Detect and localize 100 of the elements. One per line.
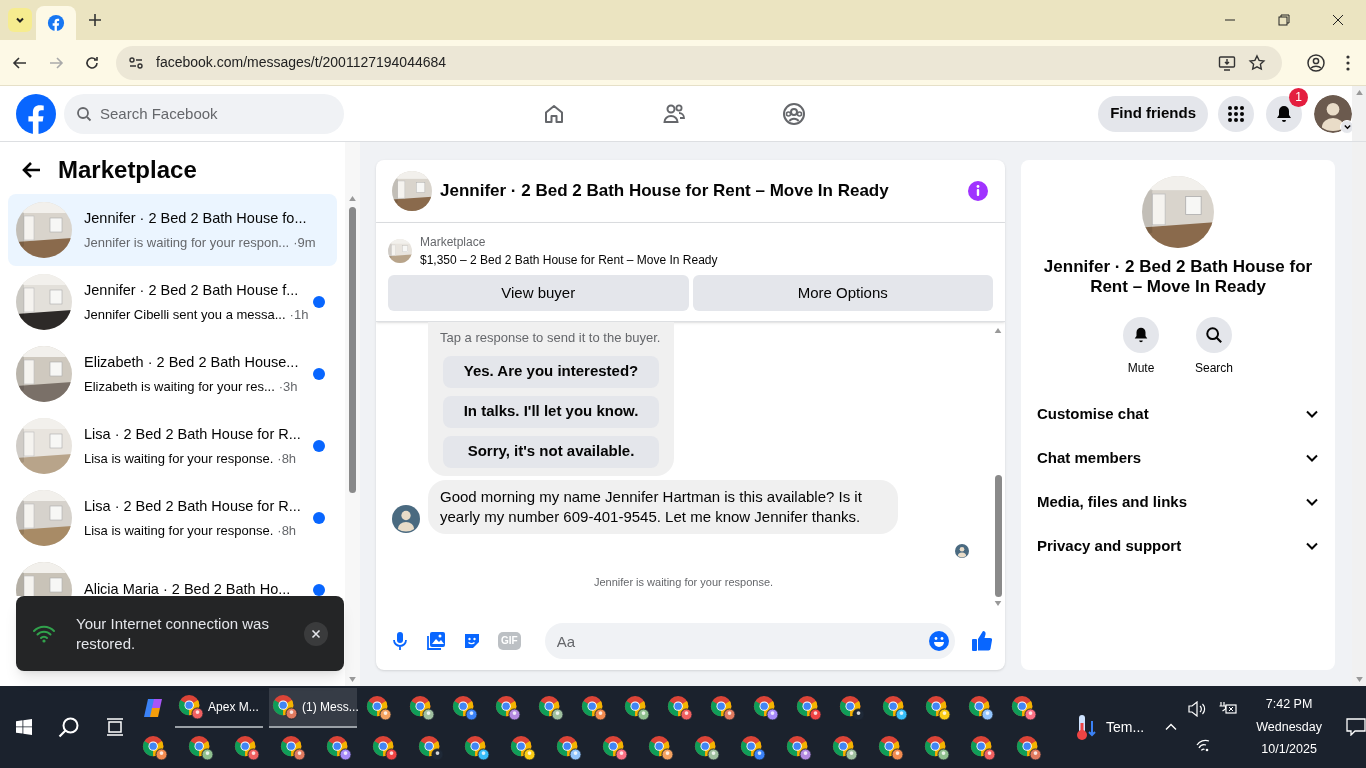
find-friends-button[interactable]: Find friends [1098,95,1208,132]
scrollbar-thumb[interactable] [994,475,1002,597]
browser-icon[interactable] [624,695,651,721]
browser-icon[interactable] [188,735,215,761]
profile-icon[interactable] [1306,52,1326,73]
install-icon[interactable] [1218,53,1236,72]
quick-reply-button[interactable]: In talks. I'll let you know. [443,395,659,428]
browser-icon[interactable] [878,735,905,761]
back-arrow-icon[interactable] [22,160,42,180]
action-button[interactable]: More Options [692,275,993,311]
browser-icon[interactable] [581,695,608,721]
photo-icon[interactable] [426,631,446,651]
sticker-icon[interactable] [462,631,482,651]
browser-icon[interactable] [1016,735,1043,761]
browser-icon[interactable] [409,695,436,721]
site-settings-icon[interactable] [128,54,144,71]
task-view-icon[interactable] [106,718,124,736]
conversation-item[interactable]: Elizabeth · 2 Bed 2 Bath House... Elizabeth is waiting for your res... ·3h [8,338,337,410]
browser-icon[interactable] [925,695,952,721]
accordion-item[interactable]: Chat members [1029,436,1327,480]
browser-icon[interactable] [366,695,393,721]
scroll-down-icon[interactable] [349,677,356,682]
accordion-item[interactable]: Media, files and links [1029,480,1327,524]
reload-icon[interactable] [84,54,100,71]
browser-icon[interactable] [418,735,445,761]
browser-icon[interactable] [832,735,859,761]
tab-list-button[interactable] [8,8,32,32]
browser-tab[interactable] [36,6,76,40]
clock-day[interactable]: Wednesday [1256,717,1322,737]
volume-icon[interactable] [1188,701,1207,717]
plus-icon[interactable] [88,13,102,27]
emoji-icon[interactable] [929,631,949,651]
browser-icon[interactable] [142,735,169,761]
browser-icon[interactable] [648,735,675,761]
conversation-item[interactable]: Jennifer · 2 Bed 2 Bath House fo... Jennifer is waiting for your respon... ·9m [8,194,337,266]
star-icon[interactable] [1248,53,1266,72]
scroll-up-icon[interactable] [349,196,356,201]
close-icon[interactable] [1332,14,1344,26]
message-input[interactable]: Aa [544,623,955,659]
browser-icon[interactable] [1011,695,1038,721]
accordion-item[interactable]: Customise chat [1029,392,1327,436]
address-bar[interactable]: facebook.com/messages/t/2001127194044684 [116,45,1282,80]
battery-icon[interactable] [1218,701,1239,715]
browser-icon[interactable] [510,735,537,761]
accordion-item[interactable]: Privacy and support [1029,524,1327,568]
browser-icon[interactable] [280,735,307,761]
browser-icon[interactable] [786,735,813,761]
browser-icon[interactable] [272,694,299,720]
scroll-down-icon[interactable] [994,601,1002,606]
browser-icon[interactable] [452,695,479,721]
scroll-up-icon[interactable] [994,328,1002,333]
browser-icon[interactable] [796,695,823,721]
clock-time[interactable]: 7:42 PM [1265,694,1313,714]
menu-button[interactable] [1218,95,1254,132]
browser-icon[interactable] [753,695,780,721]
conversation-item[interactable]: Lisa · 2 Bed 2 Bath House for R... Lisa is waiting for your response. ·8h [8,482,337,554]
browser-icon[interactable] [556,735,583,761]
browser-icon[interactable] [495,695,522,721]
mute-button[interactable] [1123,317,1159,353]
browser-icon[interactable] [372,735,399,761]
browser-icon[interactable] [667,695,694,721]
search-icon[interactable] [58,716,80,738]
notification-icon[interactable] [1346,718,1366,736]
network-icon[interactable] [1195,737,1212,753]
microphone-icon[interactable] [390,631,410,651]
quick-reply-button[interactable]: Sorry, it's not available. [443,435,659,468]
info-icon[interactable] [967,180,989,202]
search-field[interactable]: Search Facebook [64,93,344,134]
browser-icon[interactable] [882,695,909,721]
browser-icon[interactable] [710,695,737,721]
browser-icon[interactable] [839,695,866,721]
more-menu-icon[interactable] [1346,54,1350,71]
quick-reply-button[interactable]: Yes. Are you interested? [443,355,659,388]
weather-text[interactable]: Tem... [1106,716,1145,738]
browser-icon[interactable] [234,735,261,761]
conversation-item[interactable]: Lisa · 2 Bed 2 Bath House for R... Lisa is waiting for your response. ·8h [8,410,337,482]
conversation-item[interactable]: Jennifer · 2 Bed 2 Bath House f... Jennifer Cibelli sent you a messa... ·1h [8,266,337,338]
close-button[interactable] [304,621,328,646]
back-icon[interactable] [12,54,28,71]
scrollbar-thumb[interactable] [349,207,356,493]
browser-icon[interactable] [464,735,491,761]
clock-date[interactable]: 10/1/2025 [1261,740,1317,760]
action-button[interactable]: View buyer [388,275,689,311]
thumbs-up-icon[interactable] [971,630,993,652]
search-button[interactable] [1196,317,1232,353]
browser-icon[interactable] [178,694,205,720]
groups-icon[interactable] [782,101,806,126]
thermometer-icon[interactable] [1074,713,1099,741]
taskbar-window[interactable]: Apex M... [175,688,264,728]
browser-icon[interactable] [924,735,951,761]
browser-icon[interactable] [968,695,995,721]
browser-icon[interactable] [740,735,767,761]
browser-icon[interactable] [538,695,565,721]
browser-icon[interactable] [694,735,721,761]
start-icon[interactable] [16,719,32,735]
taskbar-window[interactable]: (1) Mess... [269,688,358,728]
browser-icon[interactable] [602,735,629,761]
browser-icon[interactable] [970,735,997,761]
logo-icon[interactable] [16,93,56,134]
browser-icon[interactable] [326,735,353,761]
